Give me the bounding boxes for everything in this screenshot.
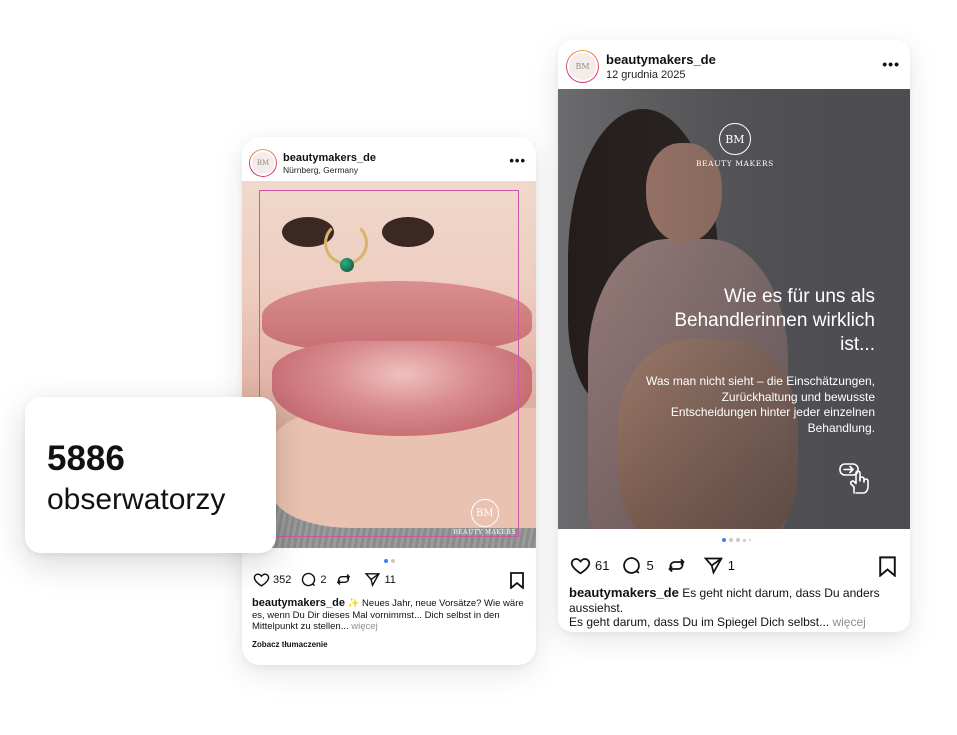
frame-line — [259, 190, 519, 537]
carousel-indicator — [384, 559, 395, 563]
repost-button[interactable] — [666, 555, 691, 576]
more-icon[interactable]: ••• — [882, 56, 900, 72]
more-icon[interactable]: ••• — [509, 153, 526, 168]
avatar-logo: BM — [250, 150, 276, 176]
follower-count-card: 5886 obserwatorzy — [25, 397, 276, 553]
follower-label: obserwatorzy — [47, 483, 226, 516]
avatar[interactable]: BM — [249, 149, 277, 177]
send-icon — [365, 573, 381, 588]
send-icon — [703, 557, 723, 575]
carousel-dot — [391, 559, 395, 563]
share-count: 1 — [727, 558, 735, 573]
repost-icon — [667, 558, 685, 573]
caption-username[interactable]: beautymakers_de — [252, 597, 345, 609]
like-count: 61 — [595, 558, 610, 573]
bookmark-icon[interactable] — [510, 572, 524, 589]
caption-first-line: beautymakers_de Es geht nicht darum, das… — [569, 585, 901, 615]
avatar[interactable]: BM — [566, 49, 599, 83]
heart-icon — [253, 573, 270, 587]
post-card-right: BM beautymakers_de 12 grudnia 2025 ••• B… — [558, 40, 910, 632]
logo-brand: BEAUTY MAKERS — [696, 159, 774, 168]
carousel-dot — [736, 538, 740, 542]
share-button[interactable]: 11 — [364, 571, 396, 588]
post-actions: 61 5 1 — [570, 555, 747, 576]
logo-monogram: BM — [718, 123, 751, 155]
watermark-monogram: BM — [470, 499, 499, 527]
post-header: BM beautymakers_de Nürnberg, Germany — [242, 148, 536, 178]
post-card-left: BM beautymakers_de Nürnberg, Germany •••… — [242, 137, 536, 665]
post-username[interactable]: beautymakers_de — [283, 152, 376, 164]
post-image[interactable]: BM BEAUTY MAKERS — [242, 181, 536, 548]
carousel-dot — [384, 559, 388, 563]
carousel-dot — [729, 538, 733, 542]
comment-count: 2 — [320, 573, 327, 586]
carousel-dot — [749, 539, 751, 541]
heart-icon — [570, 558, 591, 575]
comment-icon — [302, 572, 316, 587]
post-location[interactable]: Nürnberg, Germany — [283, 165, 376, 175]
bookmark-icon[interactable] — [879, 556, 896, 577]
share-count: 11 — [384, 573, 396, 586]
comment-icon — [623, 557, 641, 574]
comment-button[interactable]: 5 — [621, 555, 654, 576]
more-link[interactable]: więcej — [832, 615, 865, 629]
post-image[interactable]: BM BEAUTY MAKERS Wie es für uns als Beha… — [558, 89, 910, 529]
repost-icon — [337, 574, 351, 585]
follower-count: 5886 — [47, 439, 125, 478]
post-date: 12 grudnia 2025 — [606, 68, 686, 81]
post-actions: 352 2 11 — [253, 571, 405, 588]
carousel-indicator — [722, 538, 751, 542]
carousel-dot — [722, 538, 726, 542]
comment-button[interactable]: 2 — [300, 571, 326, 588]
brand-logo: BM BEAUTY MAKERS — [696, 123, 774, 168]
post-header: BM beautymakers_de 12 grudnia 2025 — [558, 48, 910, 84]
overlay-subtitle: Was man nicht sieht – die Einschätzungen… — [645, 374, 875, 435]
post-username[interactable]: beautymakers_de — [606, 52, 716, 67]
caption-line-2: Es geht darum, dass Du im Spiegel Dich s… — [569, 615, 830, 629]
post-caption: beautymakers_de Es geht nicht darum, das… — [569, 585, 901, 630]
post-meta: beautymakers_de Nürnberg, Germany — [283, 152, 376, 175]
brand-watermark: BM BEAUTY MAKERS — [453, 499, 516, 536]
avatar-logo: BM — [567, 50, 598, 82]
translate-link[interactable]: Zobacz tłumaczenie — [252, 640, 328, 649]
watermark-brand: BEAUTY MAKERS — [453, 529, 516, 536]
like-button[interactable]: 61 — [570, 555, 609, 576]
caption-second-line: Es geht darum, dass Du im Spiegel Dich s… — [569, 615, 901, 630]
overlay-title: Wie es für uns als Behandlerinnen wirkli… — [674, 286, 875, 355]
like-button[interactable]: 352 — [253, 571, 291, 588]
like-count: 352 — [273, 573, 292, 586]
post-caption: beautymakers_de ✨ Neues Jahr, neue Vorsä… — [252, 597, 528, 633]
comment-count: 5 — [646, 558, 654, 573]
more-link[interactable]: więcej — [351, 621, 377, 632]
tap-swipe-icon — [839, 463, 869, 494]
caption-username[interactable]: beautymakers_de — [569, 585, 679, 600]
repost-button[interactable] — [335, 571, 355, 588]
share-button[interactable]: 1 — [703, 555, 735, 576]
post-meta: beautymakers_de 12 grudnia 2025 — [606, 52, 716, 81]
carousel-dot — [743, 538, 746, 542]
